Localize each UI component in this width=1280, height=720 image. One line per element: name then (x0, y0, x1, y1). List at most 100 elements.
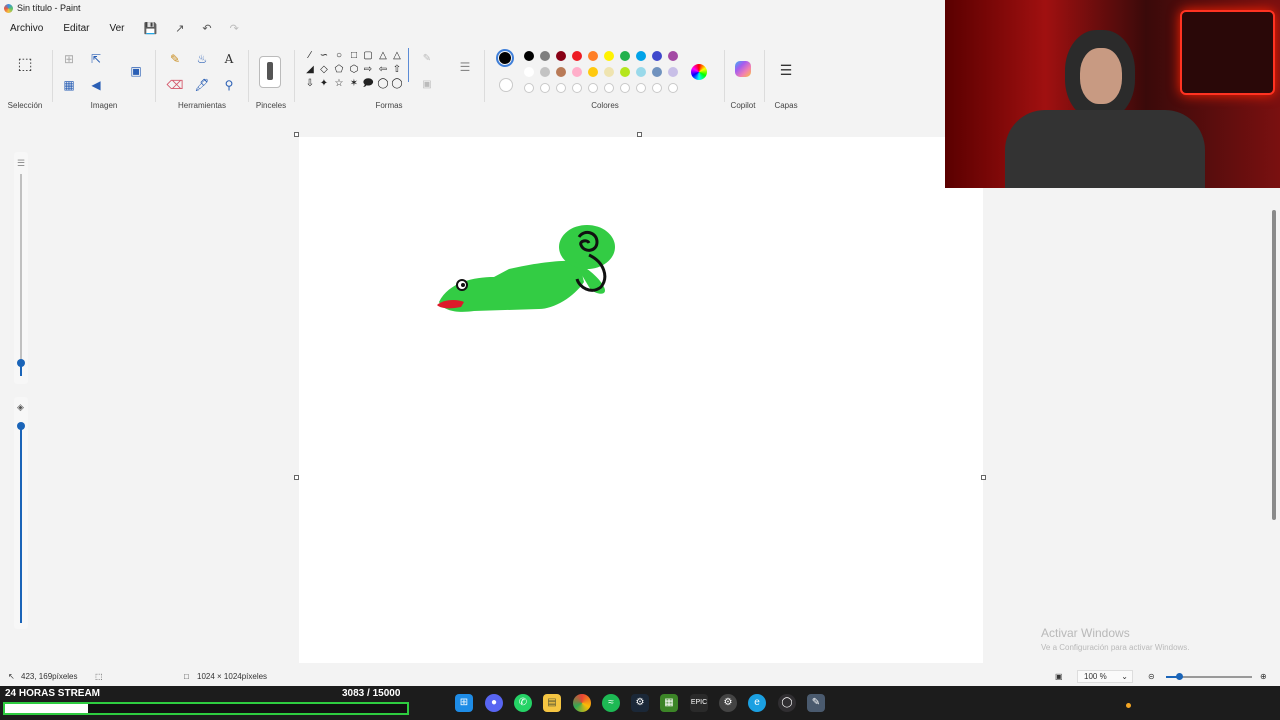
oval-shape-icon[interactable]: ○ (333, 50, 345, 62)
discord-icon[interactable]: ● (485, 694, 503, 712)
color-swatch[interactable] (604, 67, 614, 77)
arrow-right-shape-icon[interactable]: ⇨ (362, 64, 374, 76)
color-swatch[interactable] (652, 67, 662, 77)
color-swatch[interactable] (540, 51, 550, 61)
color-swatch[interactable] (588, 83, 598, 93)
pencil-icon[interactable]: ✎ (166, 50, 184, 68)
rotate-icon[interactable]: ◀ (87, 76, 105, 94)
spotify-icon[interactable]: ≈ (602, 694, 620, 712)
epic-games-icon[interactable]: EPIC (690, 694, 708, 712)
arrow-left-shape-icon[interactable]: ⇦ (377, 64, 389, 76)
color-swatch[interactable] (556, 67, 566, 77)
menu-ver[interactable]: Ver (99, 20, 134, 38)
color-swatch[interactable] (604, 51, 614, 61)
redo-icon[interactable]: ↷ (221, 20, 248, 38)
brush-size-track[interactable] (20, 174, 22, 374)
color-swatch[interactable] (620, 67, 630, 77)
brush-size-thumb[interactable] (17, 359, 25, 367)
color-swatch[interactable] (636, 67, 646, 77)
whatsapp-icon[interactable]: ✆ (514, 694, 532, 712)
layers-icon[interactable]: ☰ (777, 61, 795, 79)
right-triangle-shape-icon[interactable]: ◢ (304, 64, 316, 76)
file-explorer-icon[interactable]: ▤ (543, 694, 561, 712)
triangle-shape-icon[interactable]: △ (391, 50, 403, 62)
color-swatch[interactable] (668, 51, 678, 61)
color-swatch[interactable] (588, 51, 598, 61)
select-rect-icon[interactable]: ⬚ (16, 56, 34, 74)
zoom-out-icon[interactable]: ⊝ (1148, 672, 1155, 681)
resize-handle-n[interactable] (637, 132, 642, 137)
star4-shape-icon[interactable]: ✦ (318, 78, 330, 90)
remove-background-icon[interactable]: ▦ (60, 76, 78, 94)
magnifier-icon[interactable]: ⚲ (220, 76, 238, 94)
resize-handle-e[interactable] (981, 475, 986, 480)
pentagon-shape-icon[interactable]: ⬠ (333, 64, 345, 76)
color-swatch[interactable] (620, 83, 630, 93)
zoom-slider-thumb[interactable] (1176, 673, 1183, 680)
star6-shape-icon[interactable]: ✶ (348, 78, 360, 90)
size-icon[interactable]: ☰ (456, 58, 474, 76)
drawing-canvas[interactable] (299, 137, 983, 663)
outline-icon[interactable]: ✎ (418, 50, 436, 68)
shapes-scroll-indicator[interactable] (408, 48, 409, 82)
color-swatch[interactable] (652, 51, 662, 61)
settings-icon[interactable]: ⚙ (719, 694, 737, 712)
callout-oval-shape-icon[interactable]: ◯ (377, 78, 389, 90)
menu-archivo[interactable]: Archivo (0, 20, 53, 38)
obs-icon[interactable]: ◯ (778, 694, 796, 712)
color-swatch[interactable] (524, 67, 534, 77)
paint-taskbar-icon[interactable]: ✎ (807, 694, 825, 712)
text-tool-icon[interactable]: A (220, 50, 238, 68)
opacity-track[interactable] (20, 425, 22, 623)
resize-handle-nw[interactable] (294, 132, 299, 137)
diamond-shape-icon[interactable]: ◇ (318, 64, 330, 76)
hexagon-shape-icon[interactable]: ⬡ (348, 64, 360, 76)
edit-colors-icon[interactable] (691, 64, 707, 80)
color-swatch[interactable] (668, 67, 678, 77)
zoom-in-icon[interactable]: ⊕ (1260, 672, 1267, 681)
line-shape-icon[interactable]: ∕ (304, 50, 316, 62)
color-swatch[interactable] (540, 83, 550, 93)
fit-to-window-icon[interactable]: ▣ (1055, 672, 1063, 681)
color-swatch[interactable] (572, 51, 582, 61)
rounded-rectangle-shape-icon[interactable]: ▢ (362, 50, 374, 62)
opacity-thumb[interactable] (17, 422, 25, 430)
primary-color-button[interactable] (496, 49, 514, 67)
windows-start-icon[interactable]: ⊞ (455, 694, 473, 712)
brush-button[interactable] (259, 56, 281, 88)
minecraft-icon[interactable]: ▦ (660, 694, 678, 712)
color-swatch[interactable] (524, 51, 534, 61)
resize-icon[interactable]: ⇱ (87, 50, 105, 68)
star5-shape-icon[interactable]: ☆ (333, 78, 345, 90)
color-swatch[interactable] (636, 51, 646, 61)
color-swatch[interactable] (572, 67, 582, 77)
secondary-color-button[interactable] (499, 78, 513, 92)
callout-rect-shape-icon[interactable]: 🗩 (362, 78, 374, 90)
eraser-icon[interactable]: ⌫ (166, 76, 184, 94)
rectangle-shape-icon[interactable]: □ (348, 50, 360, 62)
zoom-select[interactable]: 100 % ⌄ (1077, 670, 1133, 683)
copilot-icon[interactable] (735, 61, 751, 77)
menu-editar[interactable]: Editar (53, 20, 99, 38)
callout-cloud-shape-icon[interactable]: ◯ (391, 78, 403, 90)
color-swatch[interactable] (620, 51, 630, 61)
curve-shape-icon[interactable]: ∽ (318, 50, 330, 62)
color-swatch[interactable] (636, 83, 646, 93)
color-swatch[interactable] (556, 83, 566, 93)
color-swatch[interactable] (588, 67, 598, 77)
resize-handle-w[interactable] (294, 475, 299, 480)
color-swatch[interactable] (652, 83, 662, 93)
save-icon[interactable]: 💾 (135, 20, 167, 38)
color-swatch[interactable] (540, 67, 550, 77)
undo-icon[interactable]: ↶ (193, 20, 220, 38)
image-select-icon[interactable]: ▣ (127, 62, 145, 80)
chrome-icon[interactable] (573, 694, 591, 712)
fill-icon[interactable]: ▣ (418, 76, 436, 94)
tray-notification-icon[interactable] (1126, 703, 1131, 708)
edge-icon[interactable]: e (748, 694, 766, 712)
arrow-down-shape-icon[interactable]: ⇩ (304, 78, 316, 90)
color-swatch[interactable] (604, 83, 614, 93)
color-picker-icon[interactable]: 🖋 (193, 76, 211, 94)
vertical-scrollbar[interactable] (1272, 210, 1276, 520)
crop-icon[interactable]: ⊞ (60, 50, 78, 68)
